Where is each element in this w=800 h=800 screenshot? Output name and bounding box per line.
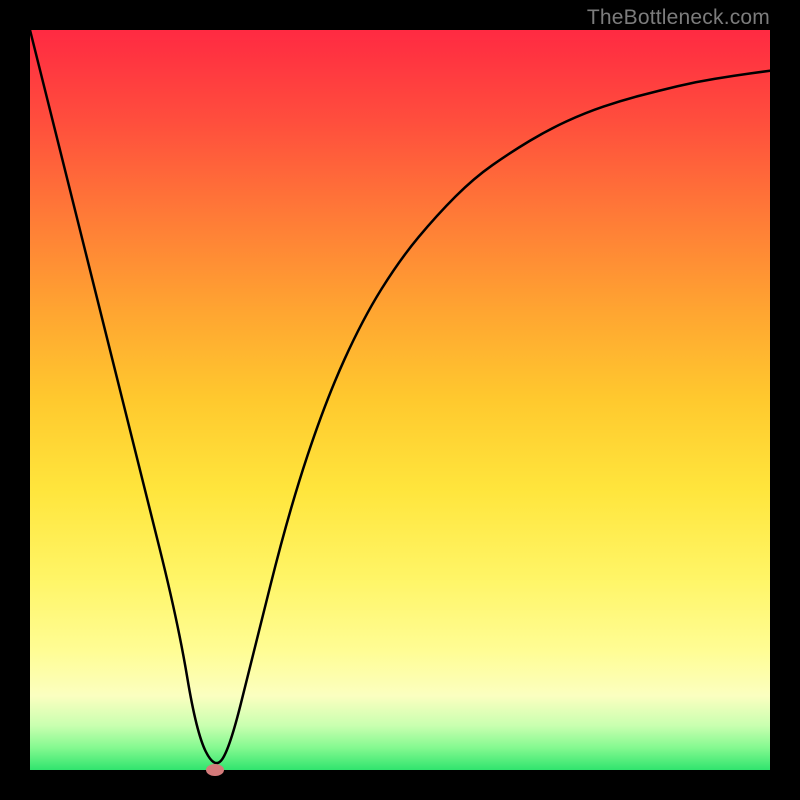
chart-container: TheBottleneck.com (0, 0, 800, 800)
optimal-point-marker (206, 764, 224, 776)
watermark-text: TheBottleneck.com (587, 6, 770, 30)
bottleneck-curve (30, 30, 770, 770)
